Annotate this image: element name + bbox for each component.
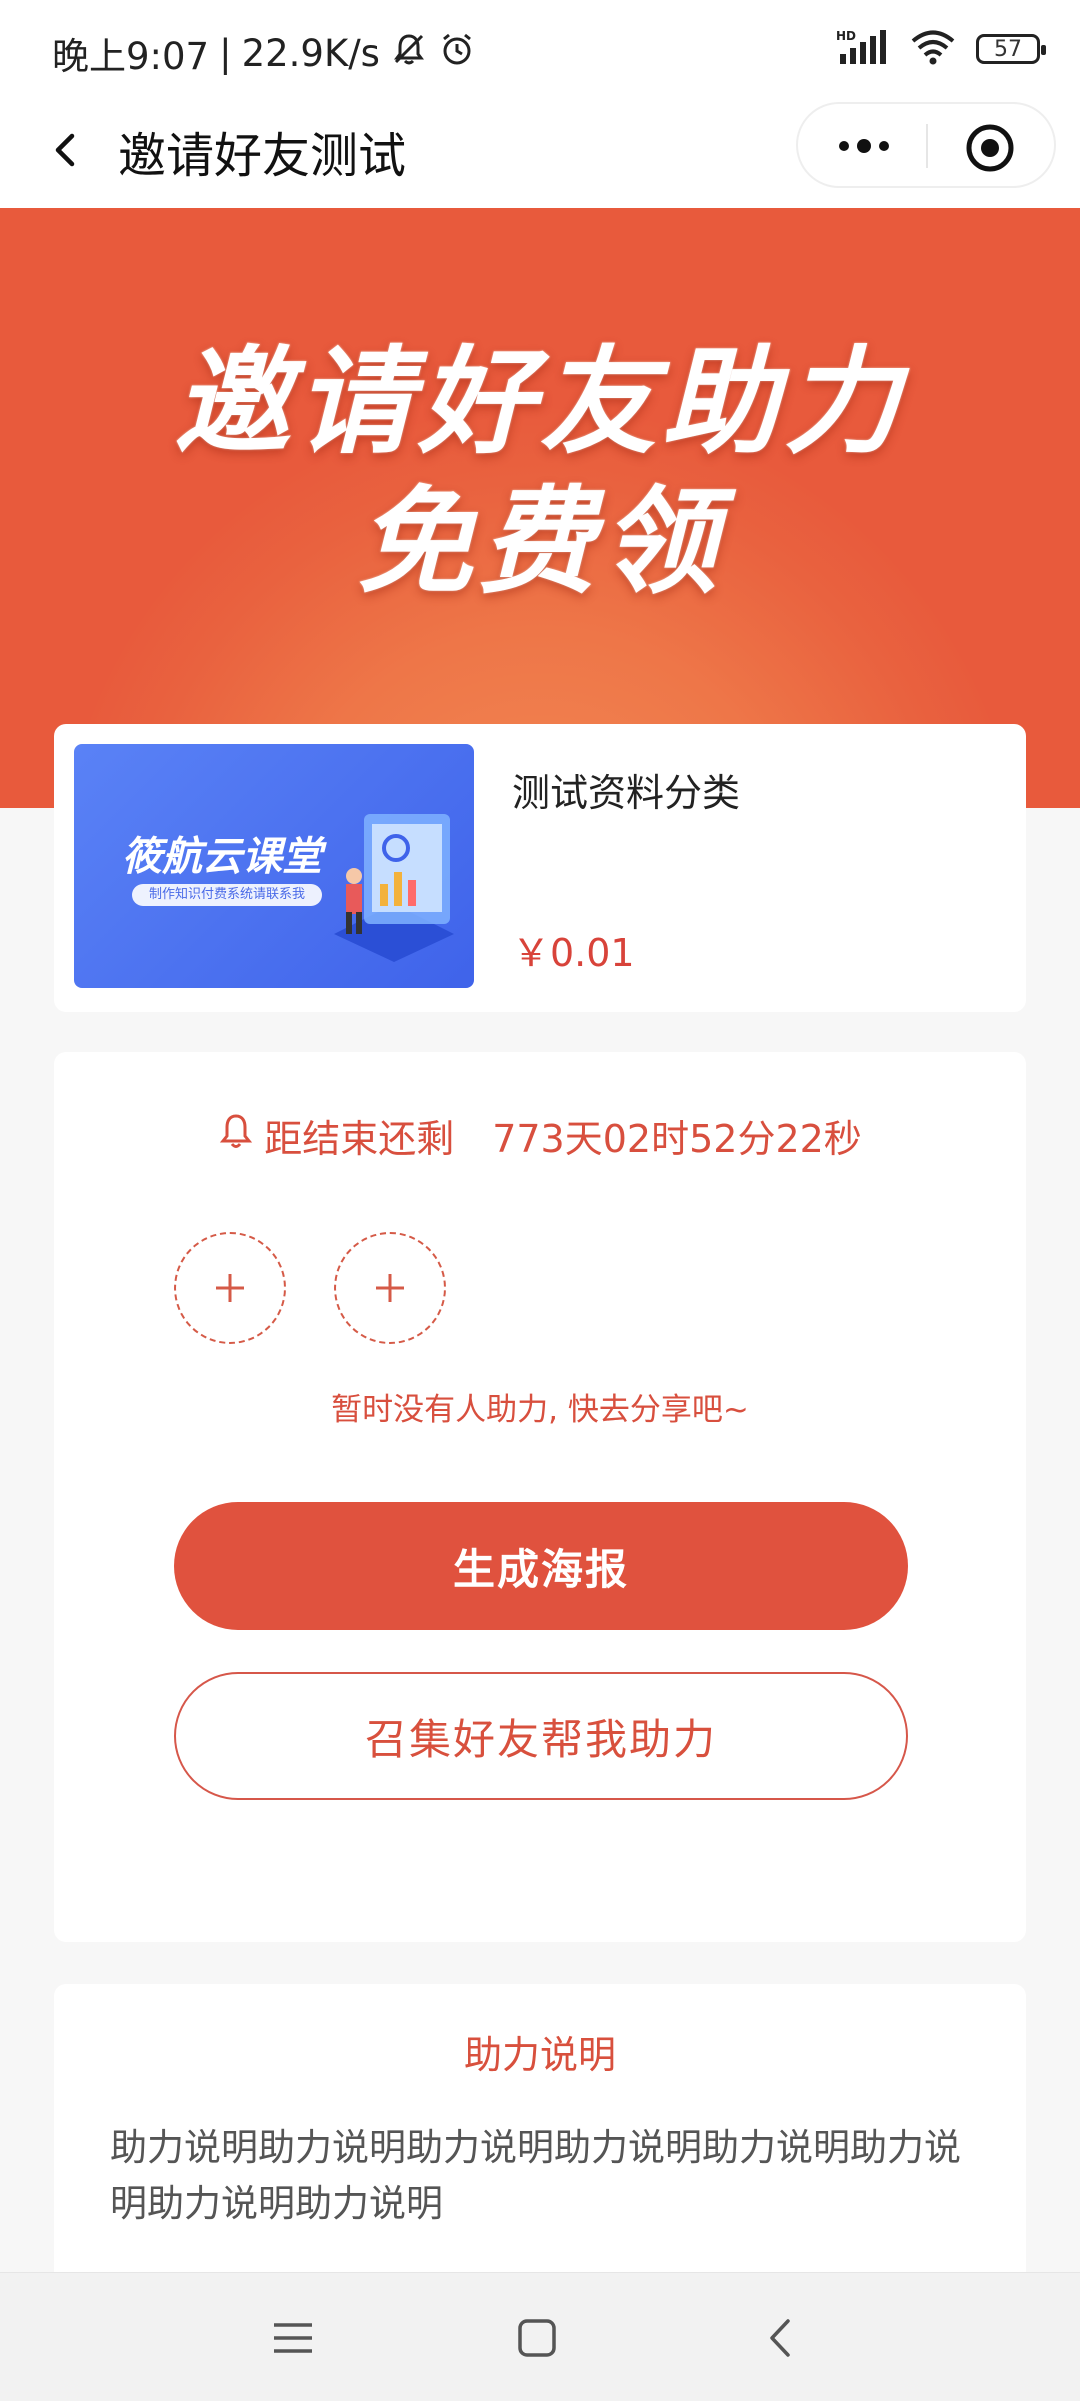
bell-muted-icon (390, 30, 428, 77)
product-price: ￥0.01 (512, 931, 635, 975)
explain-body: 助力说明助力说明助力说明助力说明助力说明助力说明助力说明助力说明 (110, 2126, 961, 2225)
status-left: 晚上9:07 | 22.9K/s (52, 26, 476, 80)
back-icon[interactable] (38, 120, 98, 180)
status-separator: | (219, 31, 232, 75)
explain-card: 助力说明 助力说明助力说明助力说明助力说明助力说明助力说明助力说明助力说明 (54, 1984, 1026, 2284)
alarm-icon (438, 30, 476, 77)
product-image-tagline: 制作知识付费系统请联系我 (132, 884, 322, 906)
product-illustration (334, 814, 454, 962)
explain-title: 助力说明 (463, 2033, 616, 2077)
assist-hint: 暂时没有人助力, 快去分享吧~ (331, 1392, 749, 1428)
nav-bar: 邀请好友测试 (0, 100, 1080, 208)
invite-friends-button[interactable]: 召集好友帮我助力 (174, 1672, 908, 1800)
countdown-label: 距结束还剩 (264, 1117, 455, 1161)
product-name: 测试资料分类 (512, 771, 741, 815)
product-image: 筱航云课堂 制作知识付费系统请联系我 (74, 744, 474, 988)
signal-icon: HD (836, 28, 890, 70)
status-net-speed: 22.9K/s (241, 31, 380, 75)
assist-card: 距结束还剩 773天02时52分22秒 暂时没有人助力, 快去分享吧~ 生成海报… (54, 1052, 1026, 1942)
countdown-value: 773天02时52分22秒 (492, 1117, 862, 1161)
system-nav-bar (0, 2272, 1080, 2401)
more-dots-icon[interactable] (826, 122, 902, 170)
battery-icon: 57 (976, 34, 1046, 64)
wifi-icon (910, 28, 956, 70)
countdown: 距结束还剩 773天02时52分22秒 (54, 1108, 1026, 1163)
status-time: 晚上9:07 (52, 35, 210, 78)
status-bar: 晚上9:07 | 22.9K/s HD 57 (0, 0, 1080, 100)
helper-slot[interactable] (334, 1232, 446, 1344)
target-icon[interactable] (964, 122, 1016, 174)
hero-title-line2: 免费领 (357, 475, 723, 610)
helper-slot[interactable] (174, 1232, 286, 1344)
plus-icon (216, 1274, 244, 1302)
capsule-menu (796, 102, 1056, 188)
page-title: 邀请好友测试 (118, 128, 407, 184)
product-card[interactable]: 筱航云课堂 制作知识付费系统请联系我 测试资料分类 ￥0.01 (54, 724, 1026, 1012)
back-triangle-icon[interactable] (756, 2313, 806, 2363)
capsule-divider (926, 124, 928, 168)
bell-icon (218, 1111, 254, 1160)
hero-banner: 邀请好友助力 免费领 (0, 208, 1080, 808)
generate-poster-button[interactable]: 生成海报 (174, 1502, 908, 1630)
home-icon[interactable] (512, 2313, 562, 2363)
status-right: HD 57 (836, 28, 1046, 70)
plus-icon (376, 1274, 404, 1302)
product-image-brand: 筱航云课堂 (122, 834, 322, 880)
svg-text:HD: HD (836, 29, 856, 43)
menu-icon[interactable] (268, 2313, 318, 2363)
